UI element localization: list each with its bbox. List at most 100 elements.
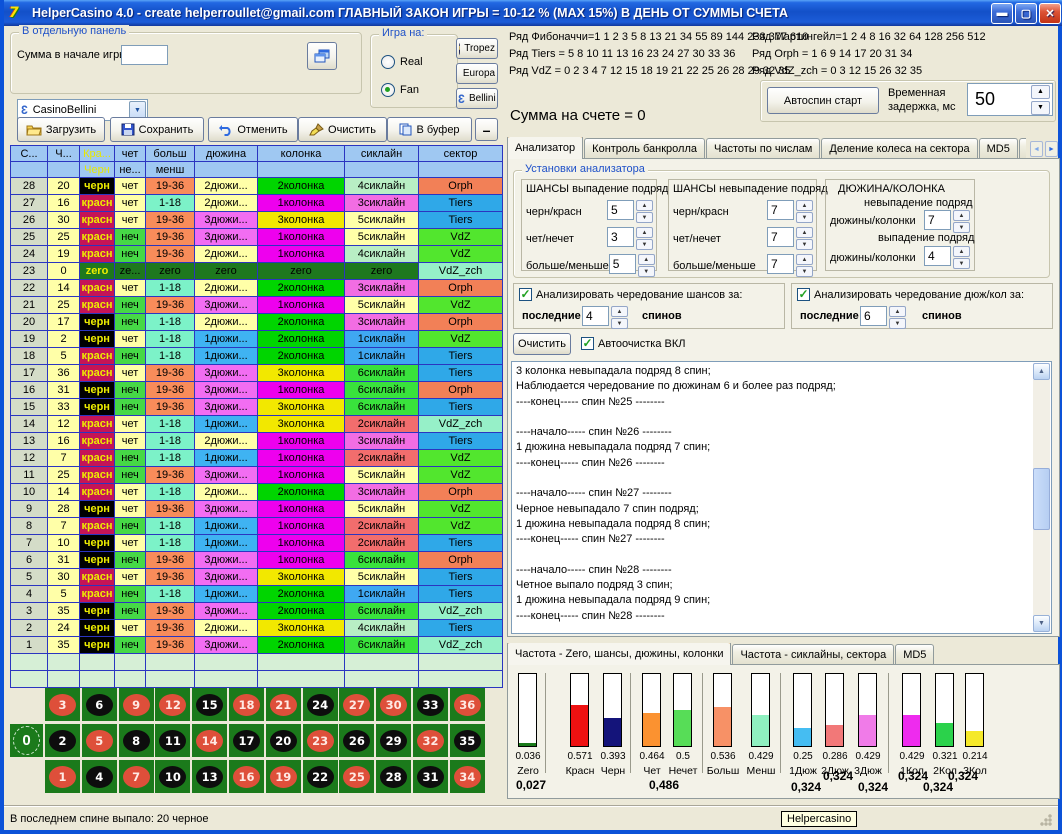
down-arrow-icon[interactable]: ▼ (953, 258, 970, 269)
roulette-cell[interactable]: 23 (303, 724, 338, 757)
setting-spinner[interactable]: 7▲▼ (767, 254, 813, 277)
alternation-chances-checkbox[interactable]: ✓ (519, 288, 532, 301)
roulette-cell[interactable]: 20 (266, 724, 301, 757)
roulette-cell[interactable]: 31 (413, 760, 448, 793)
down-arrow-icon[interactable]: ▼ (611, 318, 628, 329)
roulette-cell[interactable]: 30 (376, 688, 411, 721)
roulette-cell[interactable]: 35 (450, 724, 485, 757)
down-arrow-icon[interactable]: ▼ (796, 266, 813, 277)
popout-button[interactable] (307, 42, 337, 70)
roulette-cell[interactable]: 10 (155, 760, 190, 793)
roulette-cell[interactable]: 3 (45, 688, 80, 721)
down-arrow-icon[interactable]: ▼ (636, 212, 653, 223)
tab-частота---zero,-шансы,-дюжины,-колонки[interactable]: Частота - Zero, шансы, дюжины, колонки (507, 643, 731, 665)
tab-md5[interactable]: MD5 (979, 138, 1018, 159)
roulette-cell[interactable]: 28 (376, 760, 411, 793)
dozen-spins-spinner[interactable]: 6 ▲▼ (860, 306, 906, 329)
roulette-cell[interactable]: 32 (413, 724, 448, 757)
dozen-hit-spinner[interactable]: 4 ▲▼ (924, 246, 970, 269)
resize-grip[interactable] (1040, 814, 1052, 826)
game-mode-radio-fan[interactable]: Fan (381, 83, 423, 97)
up-arrow-icon[interactable]: ▲ (796, 227, 813, 238)
autospin-start-button[interactable]: Автоспин старт (767, 87, 879, 114)
log-scrollbar[interactable]: ▲ ▼ (1033, 363, 1050, 632)
roulette-cell[interactable]: 36 (450, 688, 485, 721)
minimize-button[interactable]: ▬ (991, 3, 1013, 24)
alternation-dozen-checkbox[interactable]: ✓ (797, 288, 810, 301)
scroll-up-icon[interactable]: ▲ (1033, 363, 1050, 380)
roulette-cell[interactable]: 12 (155, 688, 190, 721)
tab-ко[interactable]: Ко (1019, 138, 1026, 159)
roulette-cell[interactable]: 24 (303, 688, 338, 721)
save-button[interactable]: Сохранить (110, 117, 204, 142)
roulette-zero-cell[interactable]: 0 (10, 724, 43, 757)
roulette-cell[interactable]: 34 (450, 760, 485, 793)
roulette-cell[interactable]: 22 (303, 760, 338, 793)
tab-scroll-right-icon[interactable]: ► (1045, 141, 1058, 157)
up-arrow-icon[interactable]: ▲ (636, 200, 653, 211)
tab-частоты-по-числам[interactable]: Частоты по числам (706, 138, 820, 159)
setting-spinner[interactable]: 3▲▼ (607, 227, 653, 250)
dozen-miss-spinner[interactable]: 7 ▲▼ (924, 210, 970, 233)
roulette-cell[interactable]: 15 (192, 688, 227, 721)
roulette-cell[interactable]: 18 (229, 688, 264, 721)
roulette-cell[interactable]: 6 (82, 688, 117, 721)
setting-spinner[interactable]: 5▲▼ (607, 200, 653, 223)
roulette-cell[interactable]: 16 (229, 760, 264, 793)
roulette-cell[interactable]: 27 (339, 688, 374, 721)
down-arrow-icon[interactable]: ▼ (889, 318, 906, 329)
tab-md5[interactable]: MD5 (895, 644, 934, 665)
tab-деление-колеса-на-сектора[interactable]: Деление колеса на сектора (821, 138, 977, 159)
buffer-button[interactable]: В буфер (387, 117, 472, 142)
up-arrow-icon[interactable]: ▲ (953, 246, 970, 257)
radio-icon[interactable] (381, 83, 395, 97)
roulette-cell[interactable]: 29 (376, 724, 411, 757)
roulette-cell[interactable]: 26 (339, 724, 374, 757)
casino-button-bellini[interactable]: 3Bellini (456, 88, 498, 109)
tab-контроль-банкролла[interactable]: Контроль банкролла (584, 138, 705, 159)
tab-частота---сиклайны,-сектора[interactable]: Частота - сиклайны, сектора (732, 644, 894, 665)
radio-icon[interactable] (381, 55, 395, 69)
up-arrow-icon[interactable]: ▲ (611, 306, 628, 317)
roulette-cell[interactable]: 19 (266, 760, 301, 793)
up-arrow-icon[interactable]: ▲ (796, 200, 813, 211)
roulette-cell[interactable]: 17 (229, 724, 264, 757)
down-arrow-icon[interactable]: ▼ (796, 212, 813, 223)
up-arrow-icon[interactable]: ▲ (953, 210, 970, 221)
down-arrow-icon[interactable]: ▼ (638, 266, 655, 277)
down-arrow-icon[interactable]: ▼ (636, 239, 653, 250)
setting-spinner[interactable]: 7▲▼ (767, 200, 813, 223)
roulette-cell[interactable]: 21 (266, 688, 301, 721)
down-arrow-icon[interactable]: ▼ (796, 239, 813, 250)
log-clear-button[interactable]: Очистить (513, 333, 571, 355)
up-arrow-icon[interactable]: ▲ (636, 227, 653, 238)
tab-анализатор[interactable]: Анализатор (507, 137, 583, 159)
roulette-cell[interactable]: 4 (82, 760, 117, 793)
up-arrow-icon[interactable]: ▲ (638, 254, 655, 265)
roulette-cell[interactable]: 1 (45, 760, 80, 793)
clear-button[interactable]: Очистить (298, 117, 387, 142)
start-sum-input[interactable] (121, 45, 168, 65)
close-button[interactable]: ✕ (1039, 3, 1061, 24)
roulette-cell[interactable]: 7 (119, 760, 154, 793)
analyzer-log[interactable]: 3 колонка невыпадала подряд 8 спин; Набл… (511, 361, 1052, 634)
load-button[interactable]: Загрузить (17, 117, 105, 142)
maximize-button[interactable]: ▢ (1015, 3, 1037, 24)
setting-spinner[interactable]: 7▲▼ (767, 227, 813, 250)
roulette-cell[interactable]: 8 (119, 724, 154, 757)
roulette-cell[interactable]: 5 (82, 724, 117, 757)
delay-down-icon[interactable]: ▼ (1031, 101, 1050, 115)
delay-up-icon[interactable]: ▲ (1031, 85, 1050, 99)
collapse-button[interactable]: – (475, 118, 498, 141)
autoclear-checkbox[interactable]: ✓ (581, 337, 594, 350)
scroll-down-icon[interactable]: ▼ (1033, 615, 1050, 632)
scrollbar-thumb[interactable] (1033, 468, 1050, 530)
up-arrow-icon[interactable]: ▲ (796, 254, 813, 265)
roulette-cell[interactable]: 33 (413, 688, 448, 721)
roulette-cell[interactable]: 2 (45, 724, 80, 757)
undo-button[interactable]: Отменить (208, 117, 298, 142)
setting-spinner[interactable]: 5▲▼ (609, 254, 655, 277)
roulette-cell[interactable]: 13 (192, 760, 227, 793)
roulette-cell[interactable]: 11 (155, 724, 190, 757)
casino-button-tropez[interactable]: Tropez (456, 38, 498, 59)
